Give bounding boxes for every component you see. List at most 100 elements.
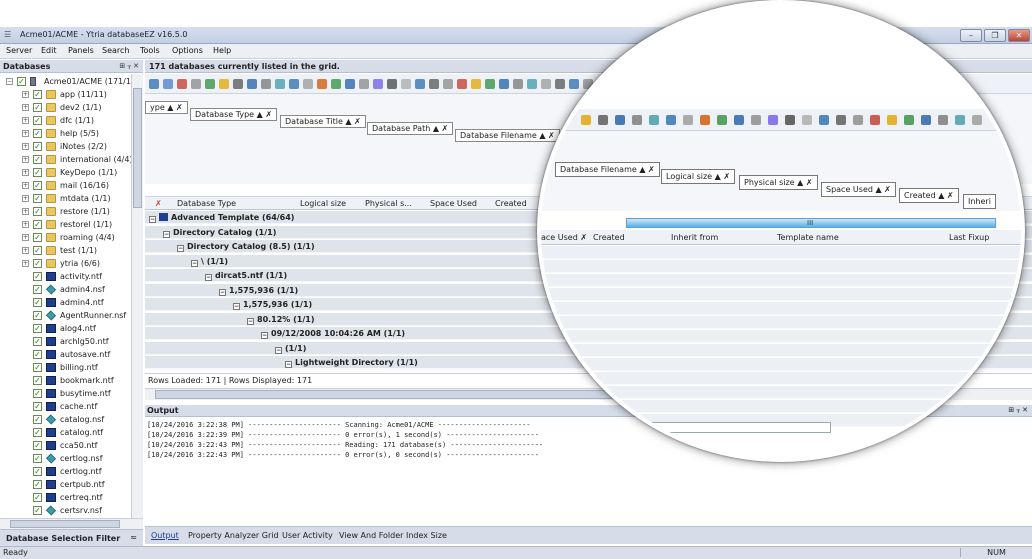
collapse-icon[interactable]: −: [205, 274, 212, 281]
toolbar-tool-icon[interactable]: [387, 79, 397, 89]
toolbar-tool-icon[interactable]: [303, 79, 313, 89]
toolbar-tool-icon[interactable]: [191, 79, 201, 89]
toolbar-tool-icon[interactable]: [569, 79, 579, 89]
expand-icon[interactable]: +: [22, 156, 29, 163]
checkbox-icon[interactable]: ✓: [33, 168, 42, 177]
expand-icon[interactable]: +: [22, 195, 29, 202]
checkbox-icon[interactable]: ✓: [33, 428, 42, 437]
toolbar-tool-icon[interactable]: [289, 79, 299, 89]
tab-user-activity[interactable]: User Activity: [282, 531, 333, 540]
checkbox-icon[interactable]: ✓: [33, 337, 42, 346]
toolbar-tool-icon[interactable]: [205, 79, 215, 89]
expand-icon[interactable]: +: [22, 221, 29, 228]
checkbox-icon[interactable]: ✓: [33, 480, 42, 489]
toolbar-tool-icon[interactable]: [443, 79, 453, 89]
expand-icon[interactable]: +: [22, 117, 29, 124]
checkbox-icon[interactable]: ✓: [33, 155, 42, 164]
database-selection-filter[interactable]: Database Selection Filter ≈: [0, 529, 143, 546]
checkbox-icon[interactable]: ✓: [33, 506, 42, 515]
checkbox-icon[interactable]: ✓: [33, 259, 42, 268]
checkbox-icon[interactable]: ✓: [33, 207, 42, 216]
toolbar-tool-icon[interactable]: [485, 79, 495, 89]
checkbox-icon[interactable]: ✓: [33, 181, 42, 190]
remove-icon[interactable]: ✗: [155, 199, 162, 208]
toolbar-tool-icon[interactable]: [149, 79, 159, 89]
expand-icon[interactable]: +: [22, 169, 29, 176]
expand-icon[interactable]: +: [22, 234, 29, 241]
menu-options[interactable]: Options: [172, 46, 203, 55]
close-button[interactable]: ✕: [1008, 29, 1030, 42]
checkbox-icon[interactable]: ✓: [33, 441, 42, 450]
checkbox-icon[interactable]: ✓: [33, 415, 42, 424]
panel-controls[interactable]: ⊞ ᚁ ✕: [119, 62, 139, 70]
column-space-used[interactable]: Space Used: [430, 199, 477, 208]
menu-search[interactable]: Search: [102, 46, 129, 55]
toolbar-tool-icon[interactable]: [415, 79, 425, 89]
checkbox-icon[interactable]: ✓: [33, 194, 42, 203]
collapse-icon[interactable]: −: [233, 303, 240, 310]
toolbar-tool-icon[interactable]: [219, 79, 229, 89]
checkbox-icon[interactable]: ✓: [33, 129, 42, 138]
expand-icon[interactable]: +: [22, 130, 29, 137]
toolbar-tool-icon[interactable]: [471, 79, 481, 89]
collapse-icon[interactable]: −: [6, 78, 13, 85]
toolbar-tool-icon[interactable]: [345, 79, 355, 89]
checkbox-icon[interactable]: ✓: [33, 233, 42, 242]
checkbox-icon[interactable]: ✓: [33, 311, 42, 320]
collapse-icon[interactable]: −: [149, 216, 156, 223]
column-physical-size[interactable]: Physical s...: [365, 199, 412, 208]
menu-help[interactable]: Help: [213, 46, 231, 55]
toolbar-tool-icon[interactable]: [177, 79, 187, 89]
collapse-icon[interactable]: −: [191, 259, 198, 267]
toolbar-tool-icon[interactable]: [275, 79, 285, 89]
scrollbar-thumb[interactable]: [133, 88, 142, 208]
checkbox-icon[interactable]: ✓: [33, 493, 42, 502]
toolbar-tool-icon[interactable]: [541, 79, 551, 89]
maximize-button[interactable]: ❐: [984, 29, 1006, 42]
toolbar-tool-icon[interactable]: [331, 79, 341, 89]
tab-output[interactable]: Output: [151, 531, 179, 540]
toolbar-tool-icon[interactable]: [527, 79, 537, 89]
group-chip[interactable]: Database Type ▲ ✗: [190, 108, 278, 121]
menu-edit[interactable]: Edit: [41, 46, 57, 55]
checkbox-icon[interactable]: ✓: [33, 363, 42, 372]
toolbar-tool-icon[interactable]: [513, 79, 523, 89]
group-chip[interactable]: Database Title ▲ ✗: [280, 115, 366, 128]
toolbar-tool-icon[interactable]: [499, 79, 509, 89]
tab-view-and-folder-index-size[interactable]: View And Folder Index Size: [339, 531, 447, 540]
tab-property-analyzer-grid[interactable]: Property Analyzer Grid: [188, 531, 279, 540]
checkbox-icon[interactable]: ✓: [33, 467, 42, 476]
scrollbar-thumb[interactable]: [10, 520, 120, 528]
minimize-button[interactable]: –: [960, 29, 982, 42]
checkbox-icon[interactable]: ✓: [33, 454, 42, 463]
expand-icon[interactable]: +: [22, 208, 29, 215]
group-chip[interactable]: Database Path ▲ ✗: [367, 122, 454, 135]
toolbar-tool-icon[interactable]: [359, 79, 369, 89]
group-chip[interactable]: ype ▲ ✗: [145, 101, 188, 114]
toolbar-tool-icon[interactable]: [457, 79, 467, 89]
column-database-type[interactable]: Database Type: [177, 199, 236, 208]
checkbox-icon[interactable]: ✓: [33, 350, 42, 359]
checkbox-icon[interactable]: ✓: [33, 389, 42, 398]
toolbar-tool-icon[interactable]: [555, 79, 565, 89]
expand-icon[interactable]: +: [22, 260, 29, 267]
checkbox-icon[interactable]: ✓: [33, 324, 42, 333]
toolbar-tool-icon[interactable]: [317, 79, 327, 89]
column-logical-size[interactable]: Logical size: [300, 199, 346, 208]
toolbar-tool-icon[interactable]: [373, 79, 383, 89]
tree-vertical-scrollbar[interactable]: [131, 74, 143, 518]
column-created[interactable]: Created: [495, 199, 527, 208]
checkbox-icon[interactable]: ✓: [33, 376, 42, 385]
expand-icon[interactable]: +: [22, 247, 29, 254]
checkbox-icon[interactable]: ✓: [33, 285, 42, 294]
checkbox-icon[interactable]: ✓: [33, 272, 42, 281]
expand-icon[interactable]: +: [22, 182, 29, 189]
database-tree[interactable]: − ✓ Acme01/ACME (171/1 + ✓ app (11/11) + ✓ de…: [0, 74, 131, 518]
collapse-icon[interactable]: −: [177, 245, 184, 252]
checkbox-icon[interactable]: ✓: [33, 246, 42, 255]
tree-horizontal-scrollbar[interactable]: [0, 518, 143, 529]
toolbar-tool-icon[interactable]: [429, 79, 439, 89]
toolbar-tool-icon[interactable]: [261, 79, 271, 89]
collapse-icon[interactable]: −: [247, 317, 254, 325]
collapse-up-icon[interactable]: ≈: [130, 533, 137, 542]
